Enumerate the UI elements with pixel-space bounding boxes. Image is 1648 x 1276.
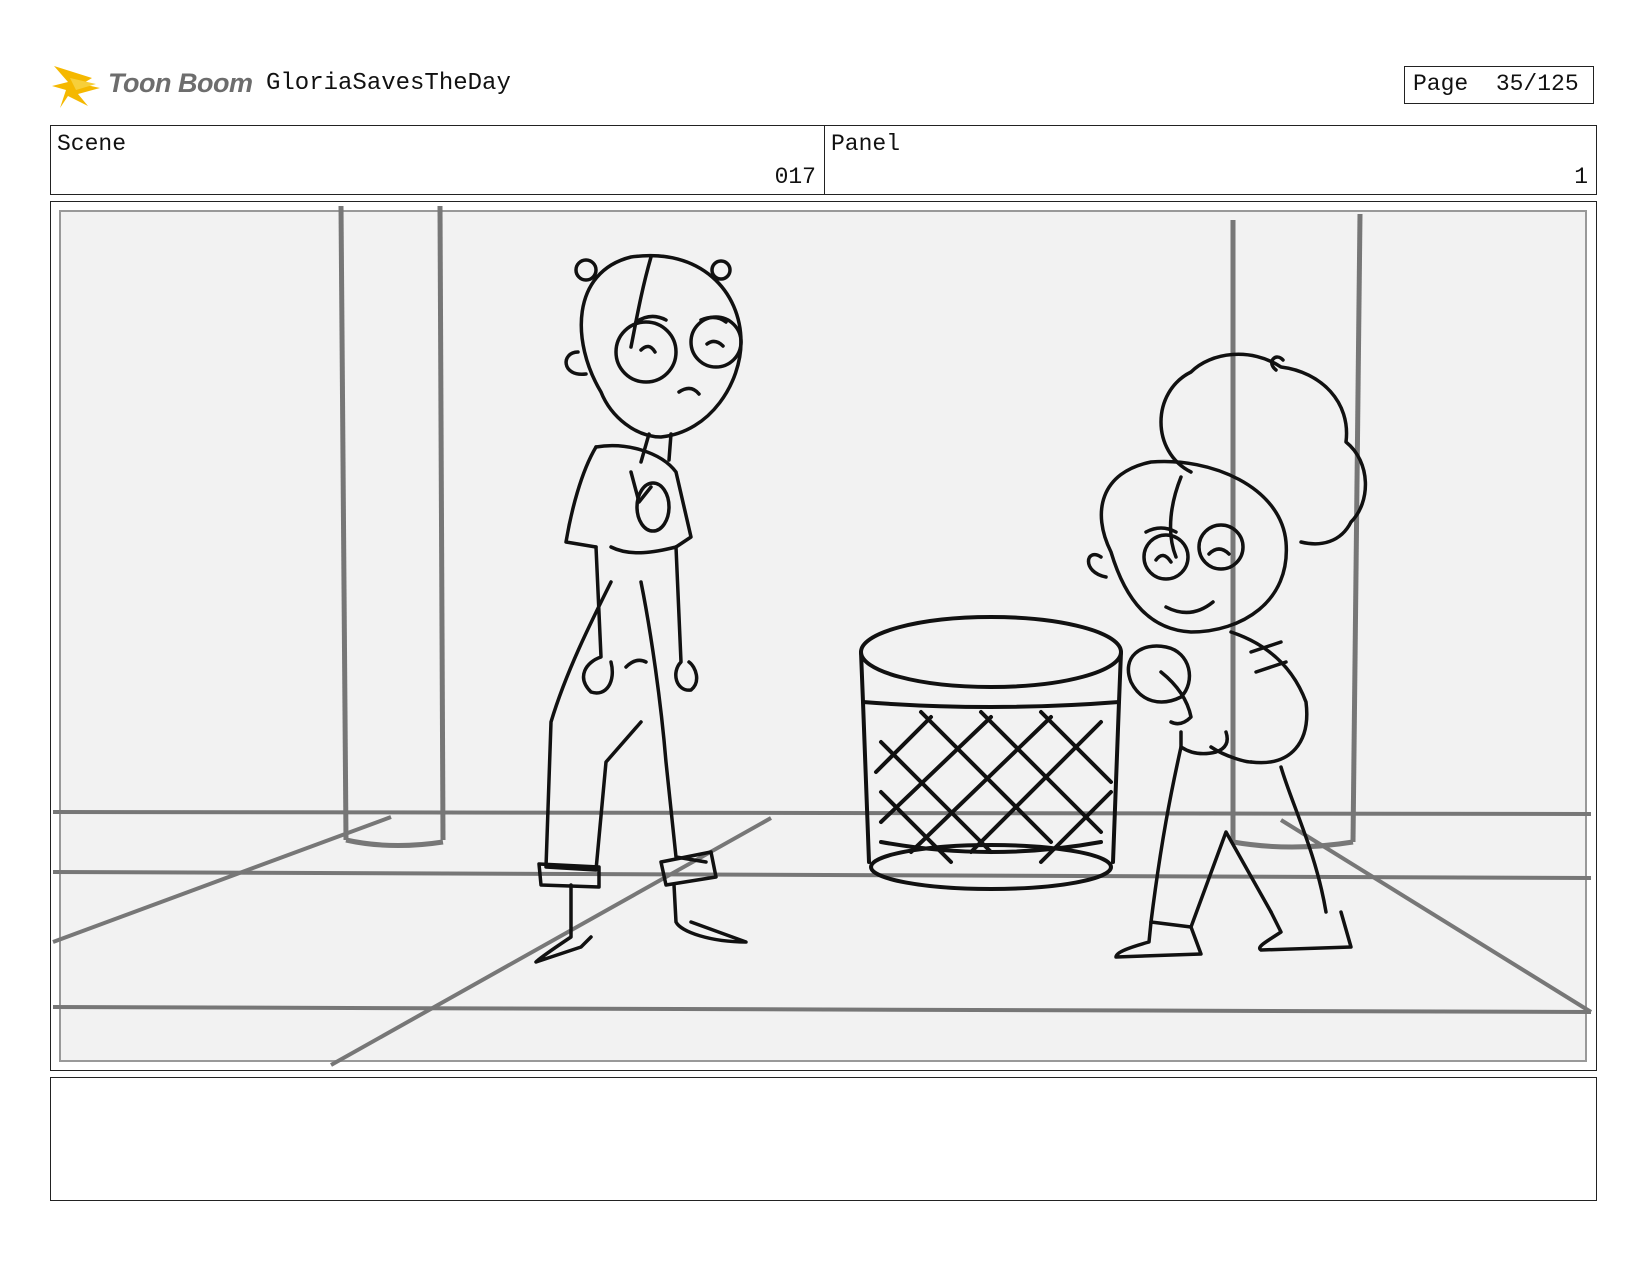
panel-label: Panel: [831, 131, 901, 157]
scene-cell: Scene 017: [51, 126, 825, 194]
panel-cell: Panel 1: [825, 126, 1596, 194]
scene-number: 017: [774, 164, 816, 190]
page-label: Page: [1413, 71, 1469, 97]
page-indicator: Page 35/125: [1404, 66, 1594, 104]
storyboard-frame: [50, 201, 1597, 1071]
scene-panel-header: Scene 017 Panel 1: [50, 125, 1597, 195]
project-title: GloriaSavesTheDay: [266, 70, 511, 97]
panel-number: 1: [1574, 164, 1588, 190]
page-number: 35/125: [1495, 71, 1579, 97]
starburst-icon: [52, 66, 100, 108]
storyboard-sketch: [52, 205, 1593, 1067]
scene-label: Scene: [57, 131, 127, 157]
brand-name: Toon Boom: [108, 68, 253, 98]
panel-notes: [50, 1077, 1597, 1201]
